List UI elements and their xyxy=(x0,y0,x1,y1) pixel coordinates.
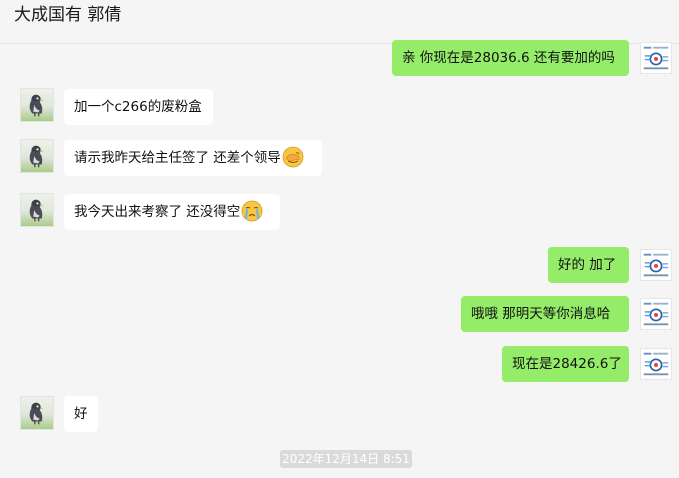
contact-avatar[interactable] xyxy=(20,88,54,122)
message-text: 我今天出来考察了 还没得空 xyxy=(74,204,241,220)
self-avatar[interactable] xyxy=(640,298,672,330)
self-avatar[interactable] xyxy=(640,42,672,74)
message-text: 亲 你现在是28036.6 还有要加的吗 xyxy=(402,50,615,66)
company-logo-icon xyxy=(641,250,671,280)
message-bubble-self[interactable]: 哦哦 那明天等你消息哈 xyxy=(461,296,629,332)
message-bubble-self[interactable]: 好的 加了 xyxy=(548,247,629,283)
company-logo-icon xyxy=(641,43,671,73)
chat-header: 大成国有 郭倩 ' xyxy=(0,0,679,44)
message-bubble-self[interactable]: 现在是28426.6了 xyxy=(502,346,629,382)
message-timestamp: 2022年12月14日 8:51 xyxy=(280,450,412,468)
message-text: 好的 加了 xyxy=(558,257,617,273)
message-bubble-contact[interactable]: 加一个c266的废粉盒 xyxy=(64,89,213,125)
cartoon-bird-icon xyxy=(29,94,44,117)
self-avatar[interactable] xyxy=(640,348,672,380)
message-bubble-contact[interactable]: 好 xyxy=(64,396,98,432)
contact-avatar[interactable] xyxy=(20,193,54,227)
cartoon-bird-icon xyxy=(29,402,44,425)
contact-avatar[interactable] xyxy=(20,396,54,430)
message-bubble-contact[interactable]: 请示我昨天给主任签了 还差个领导 xyxy=(64,140,322,176)
message-bubble-contact[interactable]: 我今天出来考察了 还没得空 xyxy=(64,194,280,230)
message-text: 现在是28426.6了 xyxy=(512,356,622,372)
cartoon-bird-icon xyxy=(29,199,44,222)
company-logo-icon xyxy=(641,299,671,329)
chat-title[interactable]: 大成国有 郭倩 xyxy=(14,4,121,26)
more-options-icon[interactable]: ' xyxy=(585,0,589,4)
message-text: 请示我昨天给主任签了 还差个领导 xyxy=(74,150,281,166)
message-bubble-self[interactable]: 亲 你现在是28036.6 还有要加的吗 xyxy=(392,40,629,76)
contact-avatar[interactable] xyxy=(20,139,54,173)
message-text: 加一个c266的废粉盒 xyxy=(74,99,202,115)
cartoon-bird-icon xyxy=(29,145,44,168)
face-palm-emoji-icon xyxy=(282,146,304,168)
message-text: 好 xyxy=(74,406,88,422)
company-logo-icon xyxy=(641,349,671,379)
message-text: 哦哦 那明天等你消息哈 xyxy=(471,306,611,322)
crying-face-emoji-icon xyxy=(241,200,263,222)
self-avatar[interactable] xyxy=(640,249,672,281)
